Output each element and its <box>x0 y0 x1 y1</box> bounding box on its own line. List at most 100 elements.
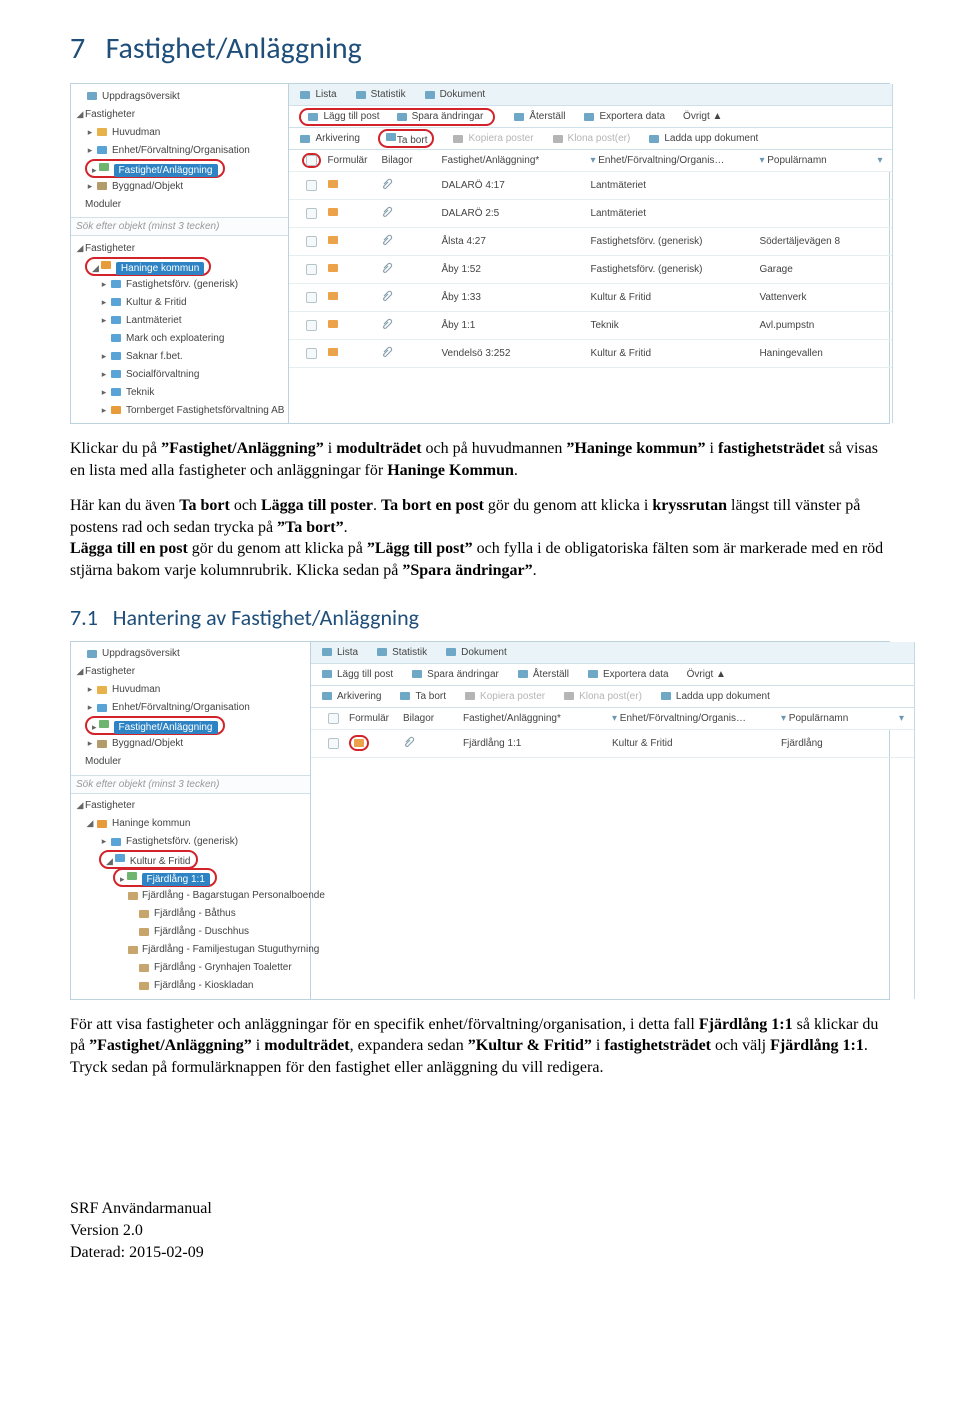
table-row[interactable]: Fjärdlång 1:1Kultur & FritidFjärdlång <box>311 730 914 758</box>
expand-arrow-icon[interactable]: ▸ <box>99 369 109 380</box>
form-icon[interactable] <box>327 206 339 218</box>
tree-item[interactable]: ▸Socialförvaltning <box>71 365 288 383</box>
tree-item[interactable]: ▸Saknar f.bet. <box>71 347 288 365</box>
tree-item[interactable]: ▸Huvudman <box>71 123 288 141</box>
form-icon[interactable] <box>327 318 339 330</box>
attachment-icon[interactable] <box>381 262 393 274</box>
form-icon[interactable] <box>353 737 365 749</box>
expand-arrow-icon[interactable]: ◢ <box>106 856 113 866</box>
attachment-icon[interactable] <box>381 318 393 330</box>
tab-statistik[interactable]: Statistik <box>376 646 427 658</box>
tree-item[interactable]: ▸Byggnad/Objekt <box>71 735 310 753</box>
filter-icon[interactable]: ▾ <box>781 713 786 724</box>
col-header[interactable]: Formulär <box>349 713 399 724</box>
row-checkbox[interactable] <box>306 348 317 359</box>
toolbar-btn[interactable]: Arkivering <box>321 690 381 702</box>
tree-item[interactable]: Fjärdlång - Bagarstugan Personalboende <box>71 887 310 905</box>
toolbar-btn[interactable]: Övrigt ▲ <box>683 111 722 122</box>
row-checkbox[interactable] <box>328 738 339 749</box>
toolbar-btn[interactable]: Lägg till post <box>321 668 393 680</box>
expand-arrow-icon[interactable]: ◢ <box>75 109 85 120</box>
table-row[interactable]: Åby 1:33Kultur & FritidVattenverk <box>289 284 892 312</box>
expand-arrow-icon[interactable]: ▸ <box>85 738 95 749</box>
col-header[interactable]: Formulär <box>327 155 377 166</box>
table-row[interactable]: Åby 1:52Fastighetsförv. (generisk)Garage <box>289 256 892 284</box>
row-checkbox[interactable] <box>306 208 317 219</box>
expand-arrow-icon[interactable]: ▸ <box>85 684 95 695</box>
attachment-icon[interactable] <box>381 234 393 246</box>
tree-item[interactable]: ◢Haninge kommun <box>71 257 288 275</box>
form-icon[interactable] <box>327 346 339 358</box>
toolbar-btn[interactable]: Övrigt ▲ <box>687 669 726 680</box>
attachment-icon[interactable] <box>381 346 393 358</box>
tree-item[interactable]: Uppdragsöversikt <box>71 645 310 663</box>
expand-arrow-icon[interactable]: ▸ <box>99 351 109 362</box>
tree-item[interactable]: Moduler <box>71 753 310 771</box>
tree-item[interactable]: ▸Fjärdlång 1:1 <box>71 869 310 887</box>
filter-icon[interactable]: ▾ <box>590 155 595 166</box>
toolbar-btn[interactable]: Återställ <box>517 668 569 680</box>
tree-item[interactable]: ▸Huvudman <box>71 681 310 699</box>
col-header[interactable]: ▾ Populärnamn <box>759 155 869 166</box>
tree-item[interactable]: ◢Haninge kommun <box>71 815 310 833</box>
tree-item[interactable]: ◢Fastigheter <box>71 797 310 815</box>
select-all-checkbox[interactable] <box>306 155 317 166</box>
col-header[interactable]: ▾ Enhet/Förvaltning/Organis… <box>612 713 777 724</box>
select-all-checkbox[interactable] <box>328 713 339 724</box>
table-row[interactable]: Ålsta 4:27Fastighetsförv. (generisk)Söde… <box>289 228 892 256</box>
col-header[interactable]: Fastighet/Anläggning* <box>441 155 586 166</box>
toolbar-btn[interactable]: Lägg till post <box>307 111 379 123</box>
tree-item[interactable]: ▸Lantmäteriet <box>71 311 288 329</box>
tab-dokument[interactable]: Dokument <box>424 89 486 101</box>
tree-item[interactable]: Fjärdlång - Familjestugan Stuguthyrning <box>71 941 310 959</box>
expand-arrow-icon[interactable]: ◢ <box>75 243 85 254</box>
expand-arrow-icon[interactable]: ▸ <box>99 405 109 416</box>
tree-item[interactable]: ▸Teknik <box>71 383 288 401</box>
tree-item[interactable]: Fjärdlång - Kioskladan <box>71 977 310 995</box>
tree-item[interactable]: ▸Enhet/Förvaltning/Organisation <box>71 141 288 159</box>
expand-arrow-icon[interactable]: ▸ <box>99 315 109 326</box>
tree-item[interactable]: ◢Kultur & Fritid <box>71 851 310 869</box>
expand-arrow-icon[interactable]: ▸ <box>99 297 109 308</box>
tree-item[interactable]: ▸Fastighetsförv. (generisk) <box>71 833 310 851</box>
tree-item[interactable]: ▸Fastighet/Anläggning <box>71 717 310 735</box>
attachment-icon[interactable] <box>381 206 393 218</box>
expand-arrow-icon[interactable]: ▸ <box>85 181 95 192</box>
attachment-icon[interactable] <box>381 178 393 190</box>
col-header[interactable]: Bilagor <box>403 713 459 724</box>
filter-icon[interactable]: ▾ <box>612 713 617 724</box>
toolbar-btn[interactable]: Spara ändringar <box>396 111 484 123</box>
tree-item[interactable]: ▸Tornberget Fastighetsförvaltning AB <box>71 401 288 419</box>
expand-arrow-icon[interactable]: ▸ <box>99 387 109 398</box>
tree-item[interactable]: Fjärdlång - Duschhus <box>71 923 310 941</box>
form-icon[interactable] <box>327 262 339 274</box>
row-checkbox[interactable] <box>306 236 317 247</box>
tree-item[interactable]: ▸Fastighetsförv. (generisk) <box>71 275 288 293</box>
tree-item[interactable]: Mark och exploatering <box>71 329 288 347</box>
tree-item[interactable]: Moduler <box>71 195 288 213</box>
toolbar-btn[interactable]: Ladda upp dokument <box>660 690 770 702</box>
filter-icon[interactable]: ▾ <box>759 155 764 166</box>
toolbar-btn[interactable]: Ta bort <box>378 129 435 148</box>
scrollbar[interactable] <box>892 84 893 423</box>
tree-item[interactable]: ▸Fastighet/Anläggning <box>71 159 288 177</box>
table-row[interactable]: Åby 1:1TeknikAvl.pumpstn <box>289 312 892 340</box>
form-icon[interactable] <box>327 234 339 246</box>
expand-arrow-icon[interactable]: ▸ <box>99 279 109 290</box>
search-input[interactable]: Sök efter objekt (minst 3 tecken) <box>71 217 288 236</box>
table-row[interactable]: DALARÖ 4:17Lantmäteriet <box>289 172 892 200</box>
table-row[interactable]: DALARÖ 2:5Lantmäteriet <box>289 200 892 228</box>
toolbar-btn[interactable]: Exportera data <box>583 111 665 123</box>
tree-item[interactable]: Uppdragsöversikt <box>71 87 288 105</box>
expand-arrow-icon[interactable]: ◢ <box>75 666 85 677</box>
col-header[interactable]: Bilagor <box>381 155 437 166</box>
col-header[interactable]: Fastighet/Anläggning* <box>463 713 608 724</box>
tree-item[interactable]: ◢Fastigheter <box>71 239 288 257</box>
toolbar-btn[interactable]: Exportera data <box>587 668 669 680</box>
tree-item[interactable]: ▸Byggnad/Objekt <box>71 177 288 195</box>
form-icon[interactable] <box>327 290 339 302</box>
toolbar-btn[interactable]: Arkivering <box>299 133 359 145</box>
filter-icon[interactable]: ▾ <box>899 713 904 724</box>
expand-arrow-icon[interactable]: ◢ <box>92 263 99 273</box>
filter-icon[interactable]: ▾ <box>877 155 882 166</box>
